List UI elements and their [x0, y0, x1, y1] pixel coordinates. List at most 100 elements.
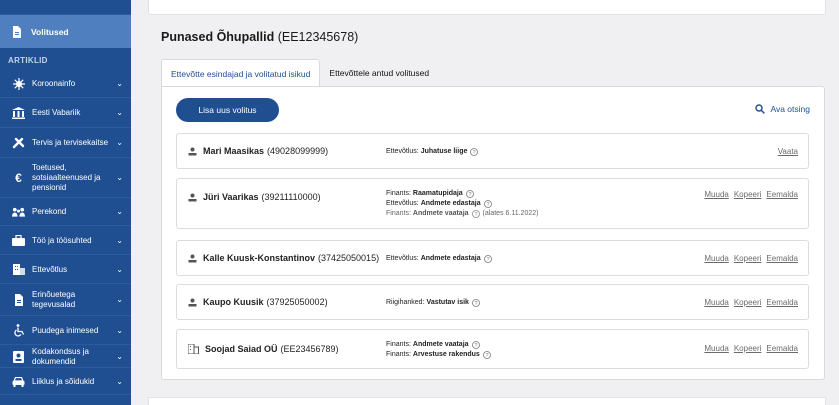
sidebar-item-erinouetega[interactable]: Erinõuetega tegevusalad ⌄ [0, 285, 131, 316]
role-line: Finants: Andmete vaataja? [386, 340, 491, 350]
view-link[interactable]: Vaata [778, 147, 798, 156]
role-name: Arvestuse rakendus [412, 351, 480, 358]
roles-list: Finants: Andmete vaataja? Finants: Arvestu… [386, 340, 491, 360]
svg-text:?: ? [486, 202, 489, 208]
search-label: Ava otsing [770, 104, 810, 114]
sidebar-item-label: Kodakondsus ja dokumendid [32, 346, 89, 366]
help-icon[interactable]: ? [471, 210, 480, 218]
tab-bar: Ettevõtte esindajad ja volitatud isikud … [161, 59, 438, 87]
help-icon[interactable]: ? [483, 255, 492, 263]
role-name: Raamatupidaja [412, 190, 463, 197]
help-icon[interactable]: ? [483, 200, 492, 208]
sidebar-item-puudega[interactable]: Puudega inimesed ⌄ [0, 317, 131, 345]
health-icon [12, 137, 25, 149]
edit-link[interactable]: Muuda [704, 190, 728, 199]
role-line-pending: Finants: Andmete vaataja? (alates 6.11.202… [386, 209, 538, 219]
sidebar-item-liiklus[interactable]: Liiklus ja sõidukid ⌄ [0, 369, 131, 395]
sidebar-item-label: Puudega inimesed [32, 325, 99, 335]
tab-panel: Lisa uus volitus Ava otsing Mari Maasika… [161, 86, 825, 380]
help-icon[interactable]: ? [470, 148, 479, 156]
copy-link[interactable]: Kopeeri [734, 190, 762, 199]
family-icon [12, 207, 25, 217]
remove-link[interactable]: Eemalda [766, 190, 798, 199]
sidebar-item-ettevotlus[interactable]: Ettevõtlus ⌄ [0, 256, 131, 284]
sidebar-item-koroonainfo[interactable]: Koroonainfo ⌄ [0, 70, 131, 98]
role-domain: Ettevõtlus: [386, 200, 419, 207]
sidebar-item-perekond[interactable]: Perekond ⌄ [0, 199, 131, 226]
sidebar-item-label: Erinõuetega tegevusalad [32, 290, 76, 309]
chevron-down-icon: ⌄ [116, 173, 123, 182]
svg-text:?: ? [474, 212, 477, 218]
role-name: Andmete edastaja [420, 255, 481, 262]
edit-link[interactable]: Muuda [704, 254, 728, 263]
row-actions: Muuda Kopeeri Eemalda [704, 298, 798, 307]
sidebar-item-label: Töö ja töösuhted [32, 235, 92, 245]
chevron-down-icon: ⌄ [116, 351, 123, 361]
chevron-down-icon: ⌄ [116, 264, 123, 274]
chevron-down-icon: ⌄ [116, 325, 123, 335]
tab-representatives[interactable]: Ettevõtte esindajad ja volitatud isikud [161, 59, 321, 87]
building-icon [12, 264, 25, 275]
edit-link[interactable]: Muuda [704, 344, 728, 353]
table-row: Jüri Vaarikas (39211110000) Finants: Raam… [176, 178, 809, 229]
company-row-name: Soojad Saiad OÜ [205, 344, 278, 354]
copy-link[interactable]: Kopeeri [734, 298, 762, 307]
page-title: Punased Õhupallid (EE12345678) [161, 30, 358, 44]
role-domain: Finants: [386, 341, 411, 348]
table-row: Kalle Kuusk-Konstantinov (37425050015) E… [176, 240, 809, 276]
copy-link[interactable]: Kopeeri [734, 254, 762, 263]
role-line: Riigihanked: Vastutav isik? [386, 298, 480, 308]
chevron-down-icon: ⌄ [116, 78, 123, 88]
sidebar-item-label: Koroonainfo [32, 78, 76, 88]
edit-link[interactable]: Muuda [704, 298, 728, 307]
sidebar-item-label: Eesti Vabariik [32, 108, 81, 117]
role-name: Juhatuse liige [420, 148, 468, 155]
remove-link[interactable]: Eemalda [766, 254, 798, 263]
car-icon [12, 376, 25, 387]
person-id: (49028099999) [267, 146, 329, 156]
sidebar-section-label: ARTIKLID [8, 55, 48, 65]
chevron-down-icon: ⌄ [116, 295, 123, 304]
sidebar-item-toetused[interactable]: € Toetused, sotsiaalteenused ja pensioni… [0, 159, 131, 198]
tab-granted-authorizations[interactable]: Ettevõttele antud volitused [320, 59, 438, 87]
document-icon [12, 294, 25, 306]
help-icon[interactable]: ? [482, 351, 491, 359]
representative-name: Kalle Kuusk-Konstantinov (37425050015) [188, 253, 379, 263]
add-authorization-button[interactable]: Lisa uus volitus [176, 98, 279, 122]
id-card-icon [12, 350, 25, 363]
role-domain: Ettevõtlus: [386, 148, 419, 155]
briefcase-icon [12, 235, 25, 246]
help-icon[interactable]: ? [472, 299, 480, 307]
company-code: (EE12345678) [277, 30, 359, 44]
representative-name: Mari Maasikas (49028099999) [188, 146, 328, 156]
sidebar-item-eesti-vabariik[interactable]: Eesti Vabariik ⌄ [0, 99, 131, 128]
role-line: Ettevõtlus: Andmete edastaja? [386, 199, 538, 209]
role-name: Andmete edastaja [420, 200, 481, 207]
role-line: Finants: Arvestuse rakendus? [386, 350, 491, 360]
sidebar-item-label: Toetused, sotsiaalteenused ja pensionid [32, 163, 101, 192]
row-actions: Vaata [778, 147, 798, 156]
sidebar-active-label: Volitused [31, 26, 69, 37]
sidebar-item-volitused[interactable]: Volitused [0, 15, 131, 48]
role-name: Vastutav isik [426, 299, 469, 306]
role-domain: Finants: [386, 351, 411, 358]
remove-link[interactable]: Eemalda [766, 344, 798, 353]
row-actions: Muuda Kopeeri Eemalda [704, 190, 798, 199]
sidebar-top-strip [0, 0, 131, 15]
open-search-link[interactable]: Ava otsing [755, 104, 810, 114]
sidebar-item-kodakondsus[interactable]: Kodakondsus ja dokumendid ⌄ [0, 346, 131, 368]
roles-list: Ettevõtlus: Andmete edastaja? [386, 254, 492, 264]
representative-name: Jüri Vaarikas (39211110000) [188, 192, 321, 202]
help-icon[interactable]: ? [471, 341, 480, 349]
help-icon[interactable]: ? [465, 190, 474, 198]
sidebar-item-tervis[interactable]: Tervis ja tervisekaitse ⌄ [0, 129, 131, 158]
sidebar-item-too[interactable]: Töö ja töösuhted ⌄ [0, 227, 131, 255]
document-icon [11, 25, 23, 38]
euro-icon: € [15, 171, 22, 185]
person-name: Mari Maasikas [203, 146, 265, 156]
copy-link[interactable]: Kopeeri [734, 344, 762, 353]
remove-link[interactable]: Eemalda [766, 298, 798, 307]
svg-text:?: ? [474, 343, 477, 349]
main-content: Punased Õhupallid (EE12345678) Ettevõtte… [131, 0, 839, 405]
person-icon [188, 147, 197, 156]
